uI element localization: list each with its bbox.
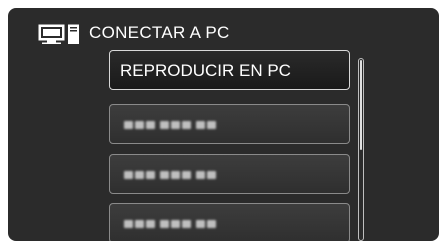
menu-item-disabled[interactable] xyxy=(109,104,350,144)
pc-icon xyxy=(38,24,79,44)
menu-item-label: REPRODUCIR EN PC xyxy=(120,61,291,80)
placeholder-text xyxy=(124,171,216,179)
scrollbar[interactable] xyxy=(358,58,364,241)
menu-item-disabled[interactable] xyxy=(109,154,350,194)
page-title: CONECTAR A PC xyxy=(89,23,230,42)
menu-item-disabled[interactable] xyxy=(109,203,350,241)
scrollbar-thumb[interactable] xyxy=(360,60,362,150)
placeholder-text xyxy=(124,220,216,228)
header: CONECTAR A PC xyxy=(8,8,439,48)
screen: CONECTAR A PC REPRODUCIR EN PC xyxy=(8,8,439,241)
placeholder-text xyxy=(124,121,216,129)
menu-item-reproducir-en-pc[interactable]: REPRODUCIR EN PC xyxy=(109,50,350,90)
